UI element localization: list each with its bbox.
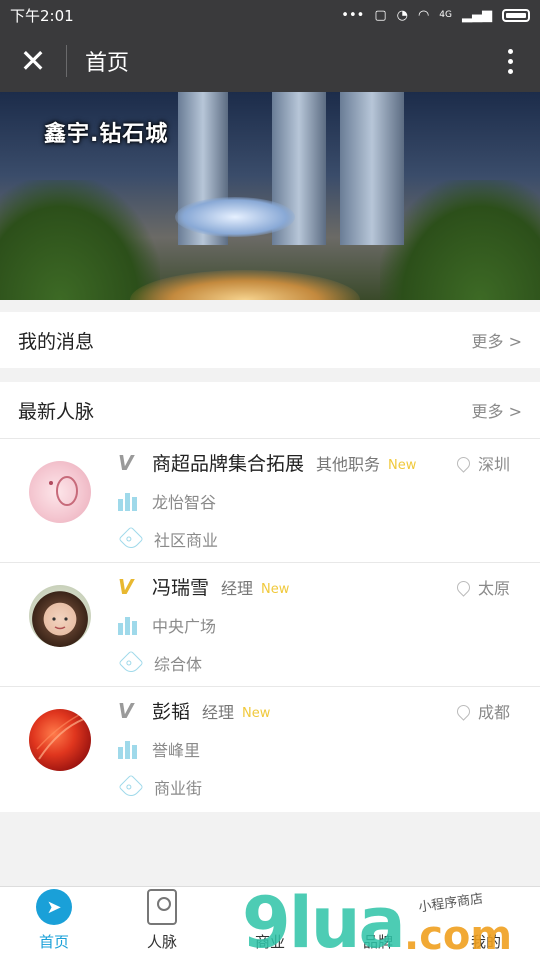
contact-company: 中央广场 <box>152 617 217 636</box>
tag-icon <box>118 650 144 676</box>
contact-name: 冯瑞雪 <box>152 577 210 599</box>
nav-contacts[interactable]: 人脉 <box>108 887 216 960</box>
messages-section[interactable]: 我的消息 更多 > <box>0 312 540 368</box>
wifi-icon: ◠ <box>417 7 430 23</box>
location-pin-icon <box>454 453 473 473</box>
contact-position: 其他职务 <box>316 454 381 474</box>
sim-icon: ▢ <box>374 7 387 23</box>
location-pin-icon <box>454 577 473 597</box>
verified-icon: V <box>118 698 134 723</box>
network-label: 4G <box>439 10 452 20</box>
more-vertical-icon[interactable] <box>480 30 540 92</box>
messages-label: 我的消息 <box>18 330 95 353</box>
compass-icon: ➤ <box>36 889 72 925</box>
tag-icon <box>118 526 144 552</box>
contacts-header: 最新人脉 更多 > <box>0 382 540 438</box>
contact-city: 太原 <box>477 579 510 598</box>
contacts-label: 最新人脉 <box>18 400 95 423</box>
contact-category: 综合体 <box>154 655 203 674</box>
status-time: 下午2:01 <box>10 6 74 25</box>
contact-item[interactable]: V 商超品牌集合拓展 其他职务 New 深圳 龙怡智谷 社区商业 <box>0 438 540 562</box>
banner-trees-right <box>380 180 540 300</box>
contact-item[interactable]: V 冯瑞雪 经理 New 太原 中央广场 综合体 <box>0 562 540 686</box>
status-bar: 下午2:01 ••• ▢ ◔ ◠ 4G ▂▄▆ <box>0 0 540 30</box>
contact-company: 龙怡智谷 <box>152 493 217 512</box>
watermark-logo: 9lua <box>242 882 406 960</box>
building-icon <box>118 615 140 635</box>
avatar <box>29 585 91 647</box>
signal-icon: ▂▄▆ <box>462 7 492 23</box>
tag-icon <box>118 774 144 800</box>
alarm-icon: ◔ <box>396 7 408 23</box>
contact-name: 商超品牌集合拓展 <box>152 453 305 475</box>
contact-location: 深圳 <box>454 451 510 475</box>
contact-city: 深圳 <box>477 455 510 474</box>
contact-category: 商业街 <box>154 779 203 798</box>
nav-home[interactable]: ➤ 首页 <box>0 887 108 960</box>
avatar <box>29 461 91 523</box>
contact-location: 成都 <box>454 699 510 723</box>
contact-item[interactable]: V 彭韬 经理 New 成都 誉峰里 商业街 <box>0 686 540 810</box>
watermark-domain: .com <box>404 913 513 959</box>
contacts-more-link[interactable]: 更多 > <box>472 398 523 422</box>
contact-card-icon <box>147 889 177 925</box>
contact-position: 经理 <box>202 702 235 722</box>
banner-podium <box>130 270 360 300</box>
banner-image[interactable]: 鑫宇.钻石城 <box>0 92 540 300</box>
new-badge: New <box>388 458 417 473</box>
avatar <box>29 709 91 771</box>
contacts-section: 最新人脉 更多 > V 商超品牌集合拓展 其他职务 New 深圳 龙怡智谷 社区… <box>0 382 540 812</box>
nav-contacts-label: 人脉 <box>146 933 177 951</box>
verified-icon: V <box>118 574 134 599</box>
contact-name: 彭韬 <box>152 701 191 723</box>
banner-title: 鑫宇.钻石城 <box>44 122 169 147</box>
new-badge: New <box>261 582 290 597</box>
dots-icon: ••• <box>341 7 365 23</box>
location-pin-icon <box>454 701 473 721</box>
battery-icon <box>502 8 530 22</box>
contact-category: 社区商业 <box>154 531 219 550</box>
banner-tower-3 <box>340 92 404 245</box>
contact-position: 经理 <box>221 578 254 598</box>
banner-dome <box>175 197 295 237</box>
contact-company: 誉峰里 <box>152 741 201 760</box>
contact-location: 太原 <box>454 575 510 599</box>
nav-home-label: 首页 <box>38 933 69 951</box>
banner-trees-left <box>0 180 160 300</box>
new-badge: New <box>242 706 271 721</box>
status-icons: ••• ▢ ◔ ◠ 4G ▂▄▆ <box>341 8 530 23</box>
messages-more-link[interactable]: 更多 > <box>472 328 523 352</box>
verified-icon: V <box>118 450 134 475</box>
close-icon[interactable]: ✕ <box>0 30 66 92</box>
building-icon <box>118 739 140 759</box>
building-icon <box>118 491 140 511</box>
title-bar: ✕ 首页 <box>0 30 540 92</box>
contact-city: 成都 <box>477 703 510 722</box>
page-title: 首页 <box>85 51 130 76</box>
